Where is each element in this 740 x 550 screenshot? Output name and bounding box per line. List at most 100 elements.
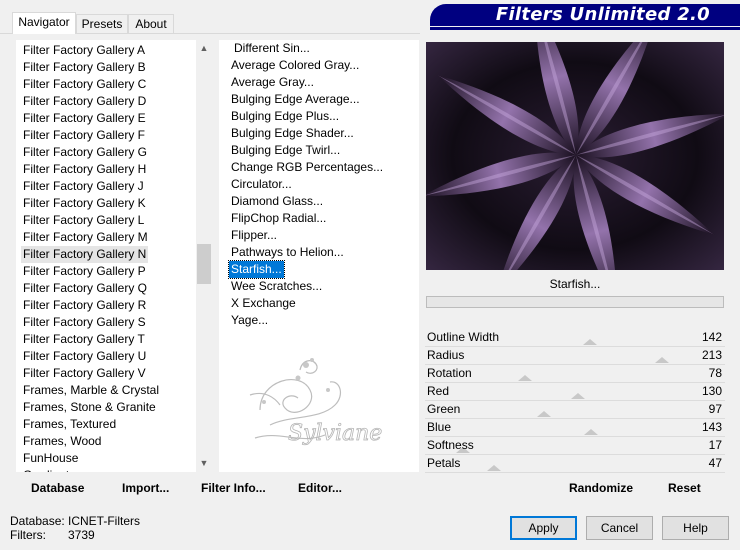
- category-item[interactable]: Filter Factory Gallery E: [21, 110, 148, 127]
- tab-presets[interactable]: Presets: [76, 14, 128, 33]
- reset-button[interactable]: Reset: [668, 480, 701, 496]
- filter-item[interactable]: Average Gray...: [229, 74, 316, 91]
- param-row[interactable]: Radius 213: [425, 346, 725, 365]
- progress-bar: [426, 296, 724, 308]
- category-item[interactable]: Filter Factory Gallery S: [21, 314, 148, 331]
- category-item[interactable]: Filter Factory Gallery D: [21, 93, 148, 110]
- filter-item[interactable]: Bulging Edge Twirl...: [229, 142, 342, 159]
- filter-item[interactable]: Different Sin...: [232, 40, 312, 57]
- category-item[interactable]: Filter Factory Gallery Q: [21, 280, 149, 297]
- param-row[interactable]: Outline Width 142: [425, 328, 725, 347]
- category-item[interactable]: Filter Factory Gallery M: [21, 229, 150, 246]
- database-value: ICNET-Filters: [68, 514, 140, 528]
- filter-item[interactable]: Flipper...: [229, 227, 279, 244]
- filter-info-button[interactable]: Filter Info...: [201, 480, 266, 496]
- param-row[interactable]: Rotation 78: [425, 364, 725, 383]
- category-item[interactable]: Frames, Wood: [21, 433, 103, 450]
- slider-thumb[interactable]: [655, 357, 669, 363]
- param-row[interactable]: Green 97: [425, 400, 725, 419]
- filter-item[interactable]: Starfish...: [228, 260, 285, 279]
- preview-image: [426, 42, 724, 270]
- help-button[interactable]: Help: [662, 516, 729, 540]
- banner-underline: [430, 27, 740, 30]
- param-button-bar: Randomize Reset: [425, 476, 725, 500]
- status-info: Database: ICNET-Filters Filters: 3739: [10, 514, 140, 542]
- param-label: Rotation: [427, 366, 472, 380]
- banner-title: Filters Unlimited 2.0: [495, 4, 710, 25]
- filter-item[interactable]: Wee Scratches...: [229, 278, 324, 295]
- category-scrollbar[interactable]: ▲ ▼: [196, 40, 212, 472]
- title-banner: Filters Unlimited 2.0: [430, 4, 740, 26]
- param-label: Softness: [427, 438, 474, 452]
- param-label: Blue: [427, 420, 452, 434]
- category-item[interactable]: Filter Factory Gallery J: [21, 178, 146, 195]
- database-label: Database:: [10, 514, 65, 528]
- parameter-panel: Outline Width 142 Radius 213 Rotation 78 Red 13…: [425, 310, 725, 473]
- randomize-button[interactable]: Randomize: [569, 480, 633, 496]
- filter-item[interactable]: Circulator...: [229, 176, 294, 193]
- scroll-thumb[interactable]: [197, 244, 211, 284]
- category-item[interactable]: Frames, Stone & Granite: [21, 399, 158, 416]
- slider-thumb[interactable]: [584, 429, 598, 435]
- param-label: Red: [427, 384, 450, 398]
- filter-item[interactable]: Yage...: [229, 312, 270, 329]
- filter-item[interactable]: Bulging Edge Average...: [229, 91, 362, 108]
- slider-thumb[interactable]: [583, 339, 597, 345]
- category-item[interactable]: Frames, Textured: [21, 416, 118, 433]
- preview-filter-name: Starfish...: [549, 277, 601, 291]
- param-label: Green: [427, 402, 461, 416]
- category-item[interactable]: Frames, Marble & Crystal: [21, 382, 161, 399]
- slider-thumb[interactable]: [487, 465, 501, 471]
- filter-item[interactable]: X Exchange: [229, 295, 298, 312]
- param-value: 17: [708, 438, 722, 452]
- category-item[interactable]: Filter Factory Gallery L: [21, 212, 146, 229]
- category-item[interactable]: Filter Factory Gallery P: [21, 263, 148, 280]
- tab-navigator[interactable]: Navigator: [12, 12, 76, 34]
- slider-thumb[interactable]: [518, 375, 532, 381]
- cancel-button[interactable]: Cancel: [586, 516, 653, 540]
- category-item[interactable]: Filter Factory Gallery G: [21, 144, 149, 161]
- category-item[interactable]: Filter Factory Gallery V: [21, 365, 148, 382]
- scroll-down-icon[interactable]: ▼: [196, 455, 212, 472]
- filter-item[interactable]: Bulging Edge Shader...: [229, 125, 356, 142]
- param-value: 97: [708, 402, 722, 416]
- category-item[interactable]: Filter Factory Gallery A: [21, 42, 147, 59]
- scroll-up-icon[interactable]: ▲: [196, 40, 212, 57]
- param-row[interactable]: Red 130: [425, 382, 725, 401]
- tab-strip: Navigator Presets About: [0, 0, 420, 34]
- param-row[interactable]: Petals 47: [425, 454, 725, 473]
- list-button-bar: Database Import... Filter Info... Editor…: [16, 476, 420, 500]
- param-value: 142: [701, 330, 722, 344]
- slider-thumb[interactable]: [537, 411, 551, 417]
- filter-item[interactable]: Bulging Edge Plus...: [229, 108, 341, 125]
- filter-item[interactable]: FlipChop Radial...: [229, 210, 328, 227]
- category-item[interactable]: Filter Factory Gallery T: [21, 331, 147, 348]
- database-button[interactable]: Database: [31, 480, 84, 496]
- filters-label: Filters:: [10, 528, 46, 542]
- category-item[interactable]: Gradient: [21, 467, 71, 472]
- category-list[interactable]: Filter Factory Gallery A Filter Factory G…: [16, 40, 212, 472]
- param-value: 78: [708, 366, 722, 380]
- category-item[interactable]: Filter Factory Gallery H: [21, 161, 148, 178]
- category-item[interactable]: Filter Factory Gallery C: [21, 76, 148, 93]
- filters-count: 3739: [68, 528, 95, 542]
- import-button[interactable]: Import...: [122, 480, 169, 496]
- tab-about[interactable]: About: [128, 14, 174, 33]
- param-value: 213: [701, 348, 722, 362]
- category-item[interactable]: FunHouse: [21, 450, 80, 467]
- category-item[interactable]: Filter Factory Gallery F: [21, 127, 147, 144]
- category-item[interactable]: Filter Factory Gallery B: [21, 59, 148, 76]
- category-item[interactable]: Filter Factory Gallery K: [21, 195, 148, 212]
- category-item[interactable]: Filter Factory Gallery U: [21, 348, 148, 365]
- param-row[interactable]: Softness 17: [425, 436, 725, 455]
- filter-item[interactable]: Diamond Glass...: [229, 193, 325, 210]
- slider-thumb[interactable]: [571, 393, 585, 399]
- filter-item[interactable]: Pathways to Helion...: [229, 244, 346, 261]
- filter-item[interactable]: Average Colored Gray...: [229, 57, 361, 74]
- editor-button[interactable]: Editor...: [298, 480, 342, 496]
- param-row[interactable]: Blue 143: [425, 418, 725, 437]
- apply-button[interactable]: Apply: [510, 516, 577, 540]
- category-item[interactable]: Filter Factory Gallery N: [21, 246, 149, 263]
- filter-item[interactable]: Change RGB Percentages...: [229, 159, 385, 176]
- category-item[interactable]: Filter Factory Gallery R: [21, 297, 148, 314]
